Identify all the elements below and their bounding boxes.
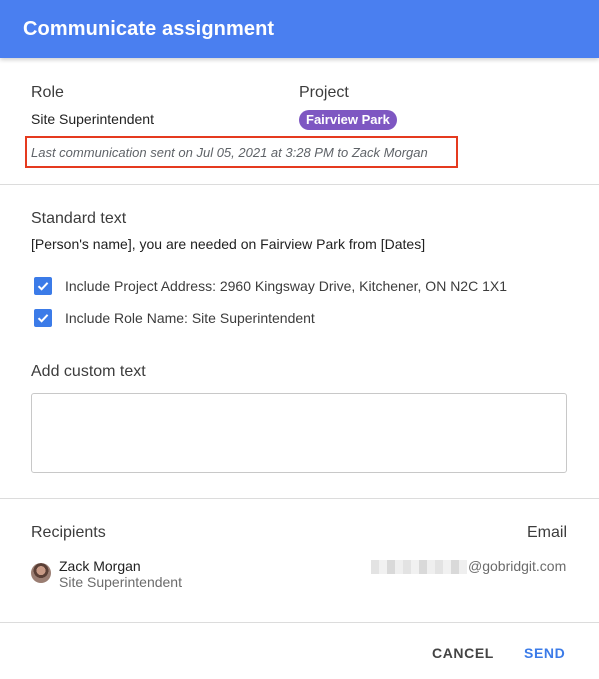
custom-text-label: Add custom text [31,363,146,380]
communicate-assignment-dialog: Communicate assignment Role Site Superin… [0,0,599,679]
recipient-role: Site Superintendent [59,574,182,590]
email-redacted-blur [371,560,467,574]
footer-divider [0,622,599,623]
last-communication-text: Last communication sent on Jul 05, 2021 … [31,145,428,160]
send-button[interactable]: SEND [524,645,565,661]
role-label: Role [31,84,64,101]
include-address-label[interactable]: Include Project Address: 2960 Kingsway D… [65,278,507,294]
dialog-title: Communicate assignment [23,17,275,40]
standard-text-label: Standard text [31,210,127,227]
checkmark-icon [37,314,49,323]
project-chip[interactable]: Fairview Park [299,110,397,130]
include-address-checkbox[interactable] [34,277,52,295]
checkmark-icon [37,282,49,291]
email-column-label: Email [526,524,567,541]
include-role-label[interactable]: Include Role Name: Site Superintendent [65,310,315,326]
include-role-checkbox[interactable] [34,309,52,327]
recipients-label: Recipients [31,524,106,541]
section-divider [0,184,599,185]
avatar [31,563,51,583]
section-divider [0,498,599,499]
project-label: Project [299,84,349,101]
standard-text-message: [Person's name], you are needed on Fairv… [31,236,426,252]
recipient-email-domain: @gobridgit.com [468,558,567,574]
cancel-button[interactable]: CANCEL [432,645,494,661]
role-value: Site Superintendent [31,111,154,127]
dialog-header: Communicate assignment [0,0,599,58]
custom-text-input[interactable] [31,393,567,473]
recipient-name: Zack Morgan [59,558,141,574]
